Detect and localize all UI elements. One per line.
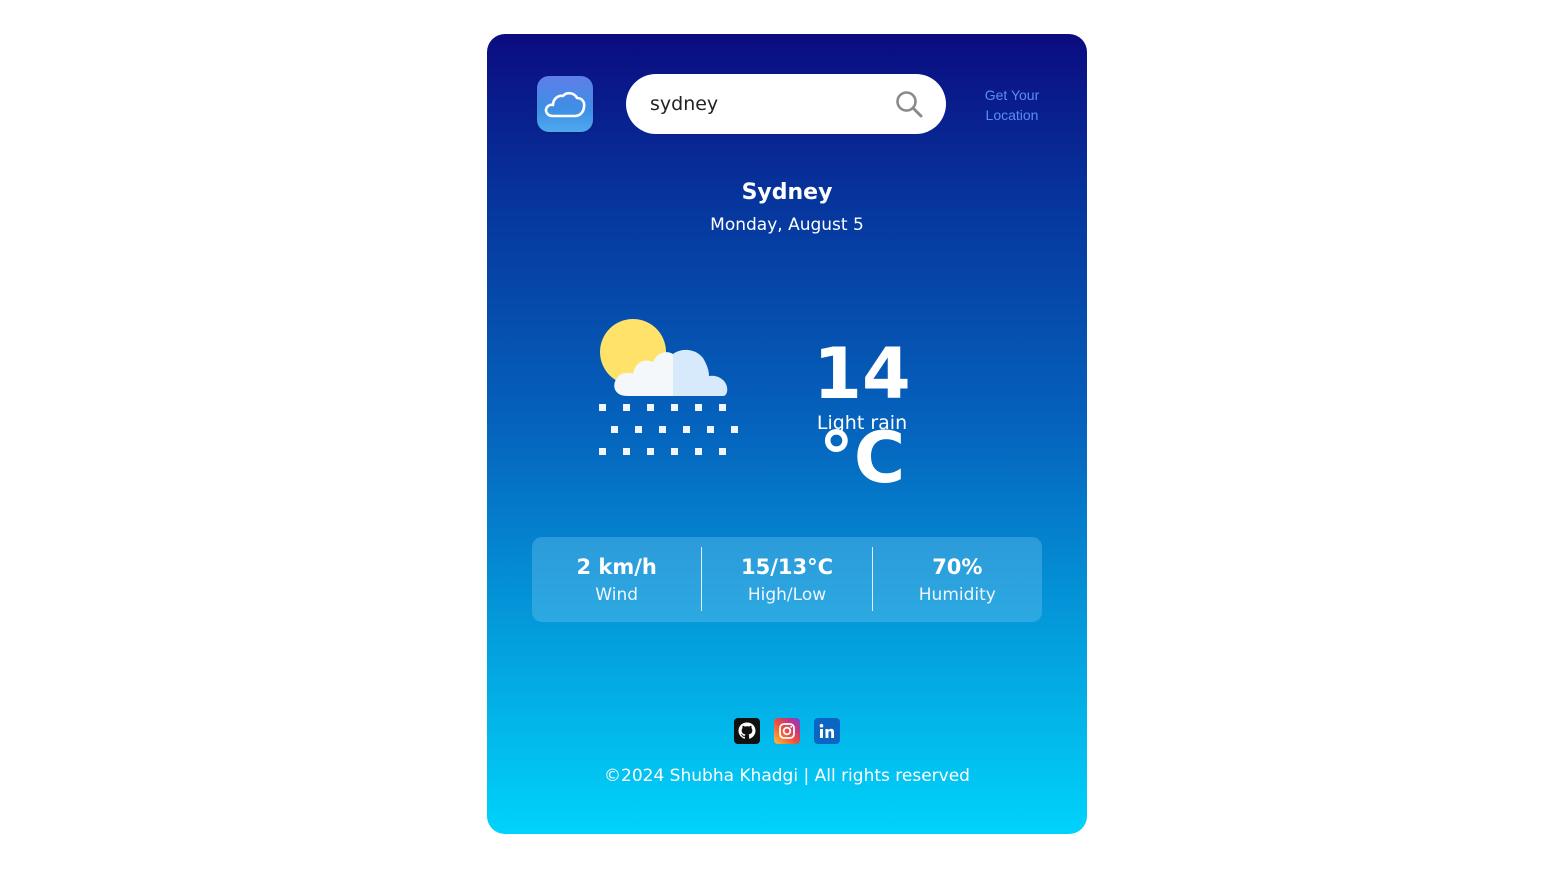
app-logo-cloud-icon [537,76,593,132]
stat-wind: 2 km/h Wind [532,537,701,622]
get-location-link[interactable]: Get Your Location [969,85,1055,125]
search-box [626,74,946,134]
stat-wind-label: Wind [595,584,639,605]
instagram-icon[interactable] [774,718,800,744]
linkedin-icon[interactable] [814,718,840,744]
weather-card: Get Your Location Sydney Monday, August … [487,34,1087,834]
search-icon[interactable] [894,89,924,119]
stat-humidity-value: 70% [932,554,983,579]
date-text: Monday, August 5 [710,215,864,235]
search-input[interactable] [650,88,880,120]
sun-cloud-rain-icon [599,319,738,455]
weather-condition: Light rain [816,412,908,434]
footer-copyright: ©2024 Shubha Khadgi | All rights reserve… [604,766,970,786]
weather-stats-panel: 2 km/h Wind 15/13°C High/Low 70% Humidit… [532,537,1042,622]
stat-high-low-value: 15/13°C [740,554,833,579]
social-links [487,718,1087,744]
stat-humidity-label: Humidity [918,584,996,605]
city-name: Sydney [741,180,833,205]
github-icon[interactable] [734,718,760,744]
stat-high-low: 15/13°C High/Low [702,537,871,622]
stat-high-low-label: High/Low [747,584,827,605]
stat-wind-value: 2 km/h [576,554,657,579]
stat-humidity: 70% Humidity [873,537,1042,622]
